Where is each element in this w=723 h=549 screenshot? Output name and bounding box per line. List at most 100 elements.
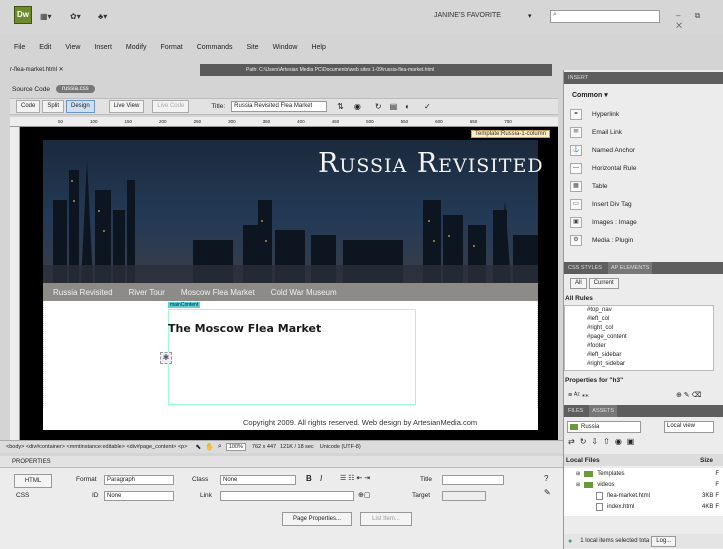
link-input[interactable]: [220, 491, 354, 501]
content-heading[interactable]: The Moscow Flea Market: [168, 322, 321, 335]
source-code-link[interactable]: Source Code: [12, 86, 50, 93]
insert-email-link[interactable]: ✉ Email Link: [564, 123, 723, 141]
insert-table[interactable]: ▦ Table: [564, 177, 723, 195]
view-options-icon[interactable]: ▤: [390, 102, 398, 111]
all-rules-button[interactable]: All: [570, 278, 587, 289]
css-rule[interactable]: #page_content: [565, 333, 713, 342]
bold-button[interactable]: B: [306, 474, 312, 483]
file-row[interactable]: index.html 4KB F: [564, 501, 723, 512]
files-toolbar-icons[interactable]: ⇄↻⇩⇧◉▣: [568, 437, 639, 446]
insert-image[interactable]: ▣ Images : Image: [564, 213, 723, 231]
quick-tag-editor-icon[interactable]: ✎: [544, 488, 551, 497]
preview-browser-icon[interactable]: ◉: [354, 102, 361, 111]
tab-css-styles[interactable]: CSS STYLES: [568, 262, 602, 274]
menu-format[interactable]: Format: [161, 44, 183, 51]
menu-insert[interactable]: Insert: [94, 44, 112, 51]
window-size[interactable]: 762 x 447: [252, 444, 276, 450]
target-select[interactable]: [442, 491, 486, 501]
menu-help[interactable]: Help: [311, 44, 325, 51]
id-select[interactable]: None: [104, 491, 174, 501]
insert-div-tag[interactable]: ▭ Insert Div Tag: [564, 195, 723, 213]
menu-commands[interactable]: Commands: [197, 44, 233, 51]
tab-files[interactable]: FILES: [568, 405, 583, 417]
check-page-icon[interactable]: ✓: [424, 102, 431, 111]
insert-horizontal-rule[interactable]: ― Horizontal Rule: [564, 159, 723, 177]
refresh-icon[interactable]: ↻: [375, 102, 382, 111]
extend-icon[interactable]: ✿▾: [70, 12, 81, 21]
document-title-input[interactable]: Russia Revisited Flea Market: [231, 101, 328, 112]
live-view-button[interactable]: Live View: [108, 100, 145, 113]
list-icons[interactable]: ☰ ☷ ⇤ ⇥: [340, 474, 370, 482]
layout-icon[interactable]: ▦▾: [40, 12, 52, 21]
zoom-level[interactable]: 100%: [225, 443, 246, 451]
css-view-icons[interactable]: ≡ ᴬᶻ ⁎⁎: [568, 391, 589, 399]
document-tab[interactable]: r-flea-market.html ✕: [10, 66, 64, 77]
insert-panel-header[interactable]: INSERT: [564, 72, 723, 84]
insert-category-select[interactable]: Common ▾: [572, 91, 608, 99]
tab-ap-elements[interactable]: AP ELEMENTS: [607, 262, 653, 274]
col-local-files[interactable]: Local Files: [566, 457, 600, 464]
css-rule[interactable]: #top_nav: [565, 306, 713, 315]
file-row[interactable]: flea-market.html 3KB F: [564, 490, 723, 501]
css-mode-button[interactable]: CSS: [16, 492, 29, 499]
help-icon[interactable]: ?: [544, 474, 548, 483]
css-rule[interactable]: #right_col: [565, 324, 713, 333]
expand-icon[interactable]: ⊞: [576, 471, 580, 477]
menu-edit[interactable]: Edit: [39, 44, 51, 51]
log-button[interactable]: Log...: [651, 535, 677, 547]
css-rule[interactable]: #left_col: [565, 315, 713, 324]
file-row[interactable]: ⊞ videos F: [564, 479, 723, 490]
workspace-switcher[interactable]: JANINE'S FAVORITE: [434, 12, 501, 19]
expand-icon[interactable]: ⊞: [576, 482, 580, 488]
nav-link-russia-revisited[interactable]: Russia Revisited: [53, 288, 113, 297]
properties-header[interactable]: PROPERTIES: [0, 456, 563, 468]
zoom-tool-icon[interactable]: ⌕: [218, 443, 222, 451]
visual-aids-icon[interactable]: ◐: [405, 102, 410, 111]
menu-modify[interactable]: Modify: [126, 44, 147, 51]
tag-selector[interactable]: <body> <div#container> <mmtinstance:edit…: [6, 444, 187, 450]
css-rule[interactable]: #left_sidebar: [565, 351, 713, 360]
tab-assets[interactable]: ASSETS: [589, 405, 617, 417]
related-file-russia-css[interactable]: russia.css: [55, 85, 95, 93]
page-properties-button[interactable]: Page Properties...: [282, 512, 352, 526]
insert-named-anchor[interactable]: ⚓ Named Anchor: [564, 141, 723, 159]
menu-view[interactable]: View: [65, 44, 80, 51]
design-view-button[interactable]: Design: [66, 100, 95, 113]
italic-button[interactable]: I: [320, 474, 322, 483]
menu-window[interactable]: Window: [273, 44, 298, 51]
css-rule[interactable]: #right_sidebar: [565, 360, 713, 369]
nav-link-moscow-flea-market[interactable]: Moscow Flea Market: [181, 288, 255, 297]
code-view-button[interactable]: Code: [16, 100, 41, 113]
hand-tool-icon[interactable]: ✋: [205, 443, 214, 451]
target-label: Target: [412, 492, 431, 499]
current-button[interactable]: Current: [588, 278, 619, 289]
window-controls[interactable]: – ⧉ ✕: [676, 11, 723, 31]
css-action-icons[interactable]: ⊕ ✎ ⌫: [676, 391, 702, 399]
select-tool-icon[interactable]: ⬉: [195, 443, 201, 451]
menu-file[interactable]: File: [14, 44, 25, 51]
nav-link-cold-war-museum[interactable]: Cold War Museum: [271, 288, 337, 297]
menu-site[interactable]: Site: [247, 44, 259, 51]
live-code-button[interactable]: Live Code: [152, 100, 190, 113]
insert-media[interactable]: ⚙ Media : Plugin: [564, 231, 723, 249]
search-input[interactable]: ⌕: [550, 10, 660, 23]
css-rule[interactable]: #footer: [565, 342, 713, 351]
view-select[interactable]: Local view: [664, 421, 714, 433]
list-item-button[interactable]: List Item...: [360, 512, 412, 526]
title-input[interactable]: [442, 475, 504, 485]
col-size[interactable]: Size: [700, 457, 713, 464]
anchor-icon[interactable]: ✱: [160, 352, 172, 364]
insert-hyperlink[interactable]: ⚭ Hyperlink: [564, 105, 723, 123]
chevron-down-icon[interactable]: ▾: [528, 12, 532, 20]
file-management-icon[interactable]: ⇅: [337, 102, 344, 111]
site-select[interactable]: Russia: [567, 421, 641, 433]
file-row[interactable]: ⊞ Templates F: [564, 468, 723, 479]
html-mode-button[interactable]: HTML: [14, 474, 52, 488]
point-to-file-icon[interactable]: ⊕▢: [358, 491, 370, 499]
format-select[interactable]: Paragraph: [104, 475, 174, 485]
class-select[interactable]: None: [220, 475, 296, 485]
nav-link-river-tour[interactable]: River Tour: [129, 288, 165, 297]
id-label: ID: [92, 492, 99, 499]
site-icon[interactable]: ♣▾: [98, 12, 107, 21]
split-view-button[interactable]: Split: [42, 100, 65, 113]
